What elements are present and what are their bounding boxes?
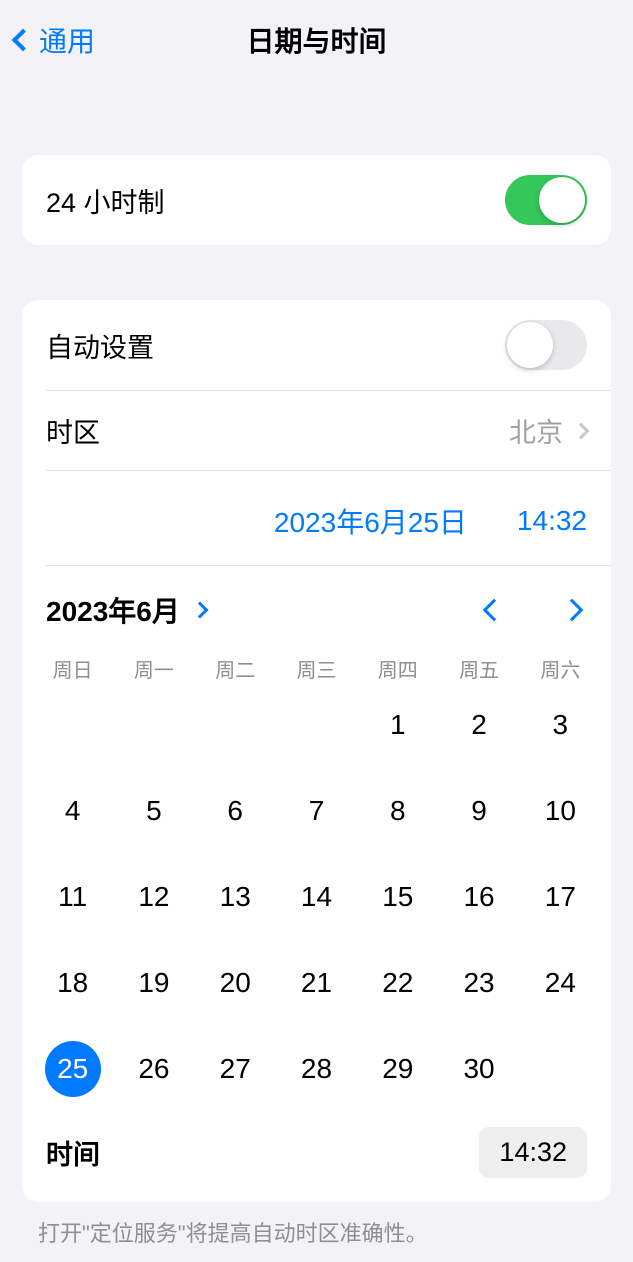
month-nav [479,595,587,625]
back-button[interactable]: 通用 [15,20,95,60]
calendar-day-empty [195,697,276,753]
next-month-button[interactable] [557,595,587,625]
auto-toggle[interactable] [505,320,587,370]
weekday-label: 周四 [357,654,438,683]
calendar-day[interactable]: 8 [357,783,438,839]
footer-note: 打开"定位服务"将提高自动时区准确性。 [0,1202,633,1262]
calendar-day[interactable]: 16 [438,869,519,925]
calendar-day[interactable]: 4 [32,783,113,839]
datetime-section: 自动设置 时区 北京 2023年6月25日 14:32 2023年6月 [22,300,611,1202]
hour24-section: 24 小时制 [22,155,611,245]
page-title: 日期与时间 [246,20,386,60]
calendar-day[interactable]: 7 [276,783,357,839]
header: 通用 日期与时间 [0,0,633,75]
month-label: 2023年6月 [46,590,180,630]
weekday-label: 周三 [276,654,357,683]
calendar-grid: 1234567891011121314151617181920212223242… [22,697,611,1107]
calendar-day-empty [32,697,113,753]
hour24-label: 24 小时制 [46,181,165,220]
chevron-left-icon [12,29,35,52]
weekday-header: 周日周一周二周三周四周五周六 [22,646,611,697]
calendar-day[interactable]: 28 [276,1041,357,1097]
calendar-day-empty [113,697,194,753]
calendar-day[interactable]: 3 [520,697,601,753]
calendar-day[interactable]: 13 [195,869,276,925]
weekday-label: 周日 [32,654,113,683]
toggle-knob [539,177,585,223]
timezone-value: 北京 [509,411,563,450]
calendar-day[interactable]: 12 [113,869,194,925]
timezone-value-container: 北京 [509,411,587,450]
time-label: 时间 [46,1133,100,1172]
calendar-day[interactable]: 6 [195,783,276,839]
chevron-right-icon [573,422,590,439]
selected-date-text[interactable]: 2023年6月25日 [274,501,467,541]
time-picker-button[interactable]: 14:32 [479,1127,587,1178]
calendar-day[interactable]: 2 [438,697,519,753]
hour24-toggle[interactable] [505,175,587,225]
time-row: 时间 14:32 [22,1107,611,1202]
calendar-day[interactable]: 5 [113,783,194,839]
chevron-right-icon [191,602,208,619]
calendar-day[interactable]: 9 [438,783,519,839]
calendar-day[interactable]: 14 [276,869,357,925]
toggle-knob [507,322,553,368]
selected-time-text[interactable]: 14:32 [517,505,587,537]
chevron-right-icon [561,599,584,622]
calendar-day[interactable]: 19 [113,955,194,1011]
calendar-day[interactable]: 15 [357,869,438,925]
timezone-row[interactable]: 时区 北京 [22,391,611,470]
calendar-day[interactable]: 22 [357,955,438,1011]
calendar-day[interactable]: 10 [520,783,601,839]
calendar-day[interactable]: 1 [357,697,438,753]
calendar-day[interactable]: 23 [438,955,519,1011]
calendar-day[interactable]: 30 [438,1041,519,1097]
chevron-left-icon [483,599,506,622]
calendar-day[interactable]: 17 [520,869,601,925]
month-selector[interactable]: 2023年6月 [46,590,206,630]
calendar-header: 2023年6月 [22,566,611,646]
weekday-label: 周二 [195,654,276,683]
calendar-day[interactable]: 27 [195,1041,276,1097]
calendar-day[interactable]: 11 [32,869,113,925]
hour24-row: 24 小时制 [22,155,611,245]
auto-label: 自动设置 [46,326,154,365]
timezone-label: 时区 [46,411,100,450]
weekday-label: 周五 [438,654,519,683]
back-label: 通用 [39,20,95,60]
prev-month-button[interactable] [479,595,509,625]
auto-row: 自动设置 [22,300,611,390]
calendar-day[interactable]: 26 [113,1041,194,1097]
weekday-label: 周六 [520,654,601,683]
calendar-day[interactable]: 29 [357,1041,438,1097]
calendar-day[interactable]: 21 [276,955,357,1011]
calendar-day[interactable]: 24 [520,955,601,1011]
calendar-day[interactable]: 25 [32,1041,113,1097]
datetime-display-row: 2023年6月25日 14:32 [22,471,611,565]
weekday-label: 周一 [113,654,194,683]
calendar-day[interactable]: 20 [195,955,276,1011]
calendar-day[interactable]: 18 [32,955,113,1011]
calendar-day-empty [276,697,357,753]
